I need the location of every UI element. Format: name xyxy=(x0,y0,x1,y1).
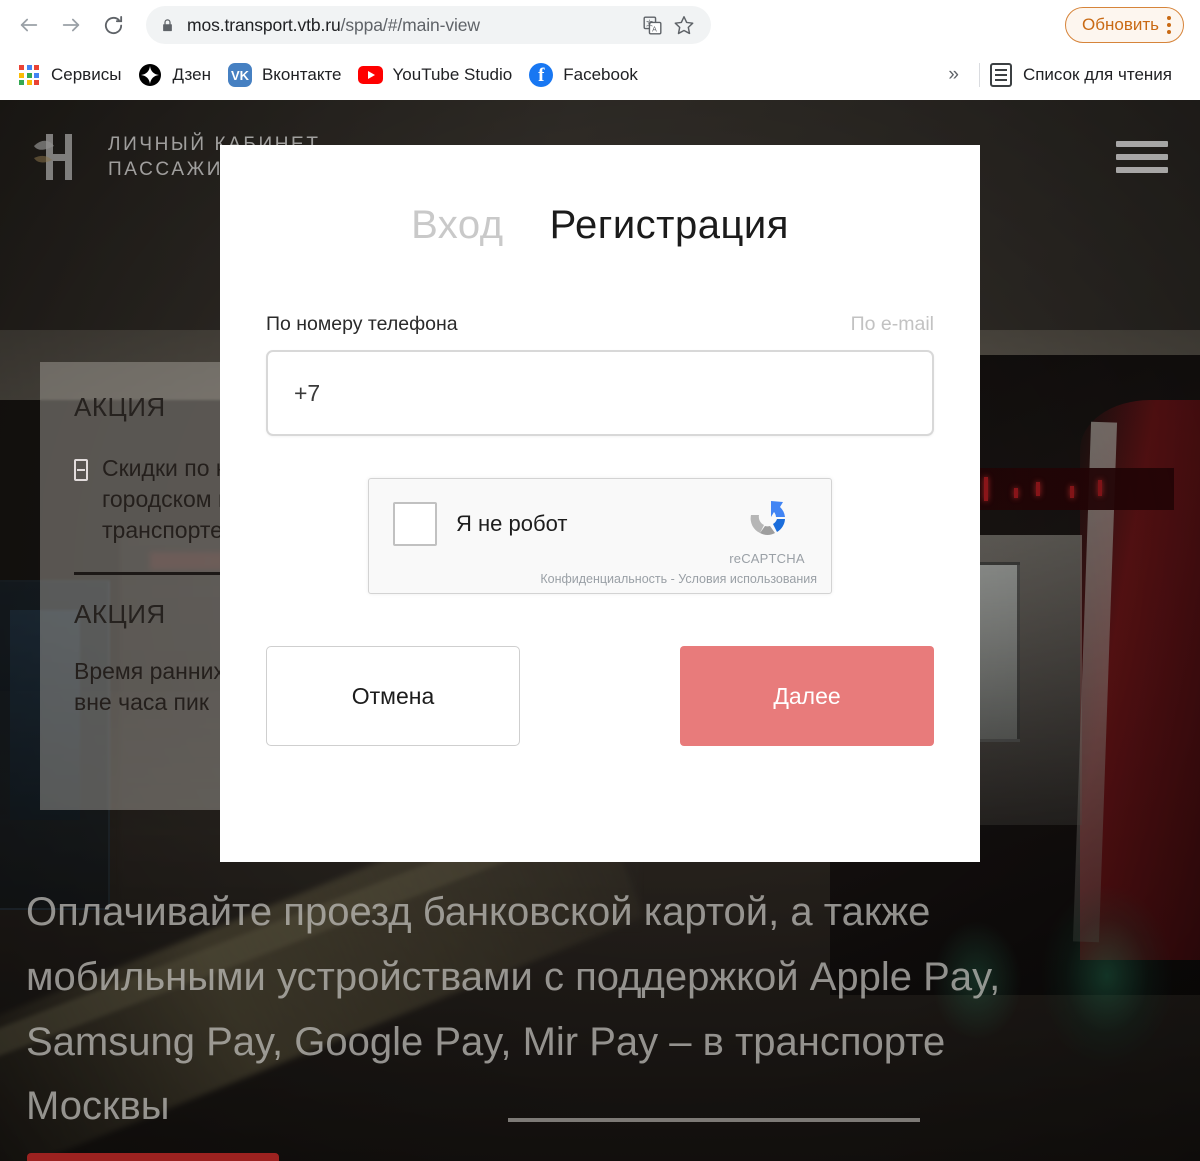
reading-list-label: Список для чтения xyxy=(1022,65,1172,84)
arrow-right-icon xyxy=(62,18,80,32)
svg-text:A: A xyxy=(652,26,657,33)
apps-grid-icon xyxy=(16,62,42,88)
reading-list-icon xyxy=(988,62,1014,88)
lock-icon xyxy=(160,17,175,34)
phone-input[interactable]: +7 xyxy=(266,350,934,436)
recaptcha-label: Я не робот xyxy=(456,511,568,536)
web-page: ЛИЧНЫЙ КАБИНЕТ ПАССАЖИРА АКЦИЯ Скидки по… xyxy=(0,100,1200,1161)
bookmark-vkontakte[interactable]: VK Вконтакте xyxy=(225,58,356,92)
cancel-button[interactable]: Отмена xyxy=(266,646,520,746)
chrome-menu-icon[interactable] xyxy=(1167,16,1171,34)
bookmark-label: Дзен xyxy=(172,65,211,84)
bookmark-label: Facebook xyxy=(563,65,638,84)
bookmark-label: YouTube Studio xyxy=(392,65,513,84)
auth-method-switch: По номеру телефона По e-mail xyxy=(266,313,934,336)
bookmarks-bar: Сервисы Дзен VK Вконтакте YouTube Studio… xyxy=(0,50,1200,100)
tab-register[interactable]: Регистрация xyxy=(550,203,789,248)
update-browser-button[interactable]: Обновить xyxy=(1065,7,1184,43)
vk-icon: VK xyxy=(227,62,253,88)
recaptcha-terms[interactable]: Конфиденциальность - Условия использован… xyxy=(540,572,817,586)
recaptcha-logo-icon xyxy=(741,501,793,549)
browser-chrome: mos.transport.vtb.ru/sppa/#/main-view 文 … xyxy=(0,0,1200,100)
next-button-label: Далее xyxy=(773,682,841,709)
modal-actions: Отмена Далее xyxy=(266,646,934,746)
next-button[interactable]: Далее xyxy=(680,646,934,746)
address-bar[interactable]: mos.transport.vtb.ru/sppa/#/main-view 文 … xyxy=(146,6,711,44)
update-button-label: Обновить xyxy=(1082,15,1159,34)
bookmark-services[interactable]: Сервисы xyxy=(14,58,135,92)
phone-input-value: +7 xyxy=(294,379,321,406)
facebook-icon: f xyxy=(528,62,554,88)
youtube-icon xyxy=(358,62,384,88)
recaptcha-checkbox[interactable] xyxy=(393,502,437,546)
bookmark-dzen[interactable]: Дзен xyxy=(135,58,225,92)
bookmark-star-icon[interactable] xyxy=(671,12,697,38)
bookmarks-bar-right: » Список для чтения xyxy=(934,58,1186,92)
url-path: /sppa/#/main-view xyxy=(340,14,480,35)
reload-button[interactable] xyxy=(96,8,130,42)
card-badge-icon xyxy=(74,459,88,481)
url-domain: mos.transport.vtb.ru xyxy=(187,14,341,35)
hamburger-menu-icon[interactable] xyxy=(1116,141,1168,173)
tab-login[interactable]: Вход xyxy=(411,203,504,248)
bookmark-label: Вконтакте xyxy=(261,65,342,84)
back-button[interactable] xyxy=(12,8,46,42)
bookmark-facebook[interactable]: f Facebook xyxy=(526,58,652,92)
forward-button[interactable] xyxy=(54,8,88,42)
auth-tabs: Вход Регистрация xyxy=(266,145,934,248)
method-by-phone[interactable]: По номеру телефона xyxy=(266,313,458,336)
bookmark-label: Сервисы xyxy=(51,65,122,84)
bookmarks-overflow-button[interactable]: » xyxy=(934,64,973,86)
cancel-button-label: Отмена xyxy=(351,682,435,709)
login-button[interactable]: Войти xyxy=(27,1153,279,1161)
bookmark-youtube-studio[interactable]: YouTube Studio xyxy=(356,58,527,92)
toolbar-right: Обновить xyxy=(1065,7,1188,43)
translate-icon[interactable]: 文 A xyxy=(639,12,665,38)
url-text: mos.transport.vtb.ru/sppa/#/main-view xyxy=(187,15,633,36)
reading-list-button[interactable]: Список для чтения xyxy=(986,58,1186,92)
hero-underline xyxy=(508,1118,920,1122)
browser-toolbar: mos.transport.vtb.ru/sppa/#/main-view 文 … xyxy=(0,0,1200,50)
logo-emblem-icon xyxy=(32,128,92,186)
dzen-icon xyxy=(137,62,163,88)
reload-icon xyxy=(104,15,122,34)
recaptcha-widget[interactable]: Я не робот reCAPTCHA Конфиденциальность … xyxy=(368,478,832,594)
recaptcha-brand: reCAPTCHA xyxy=(721,493,813,566)
auth-modal: Вход Регистрация По номеру телефона По e… xyxy=(220,145,980,862)
hero-text: Оплачивайте проезд банковской картой, а … xyxy=(26,890,1001,1129)
arrow-left-icon xyxy=(20,18,38,32)
method-by-email[interactable]: По e-mail xyxy=(851,313,934,336)
recaptcha-brand-name: reCAPTCHA xyxy=(729,551,805,566)
divider xyxy=(978,63,980,87)
